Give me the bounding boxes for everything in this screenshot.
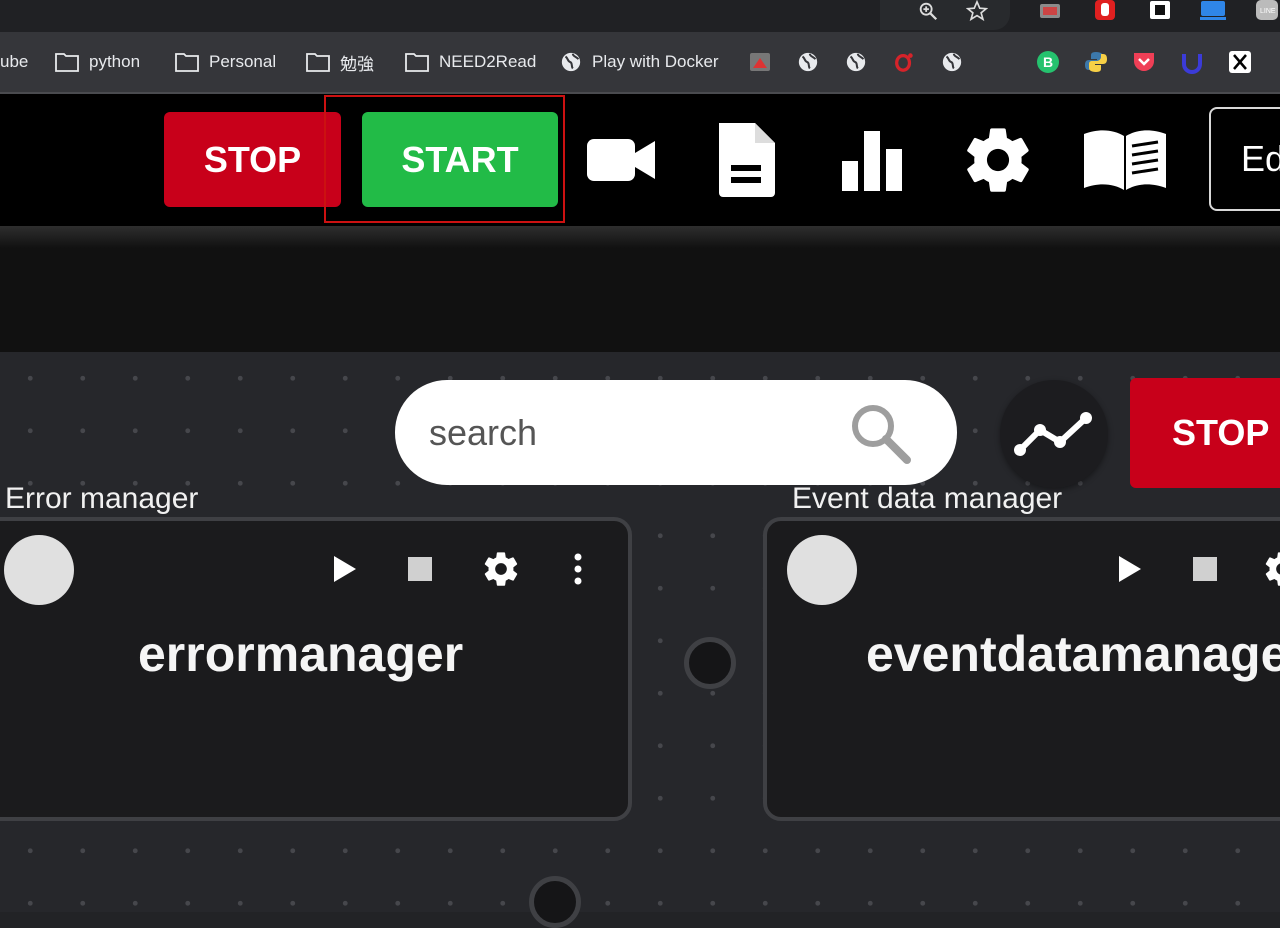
connection-port[interactable]: [684, 637, 736, 689]
node-status-avatar: [4, 535, 74, 605]
bookmark-folder-study[interactable]: 勉強: [306, 50, 374, 74]
svg-text:B: B: [1043, 54, 1053, 70]
globe-icon[interactable]: [940, 50, 964, 74]
edit-button[interactable]: Ed: [1209, 107, 1280, 211]
node-title: Event data manager: [792, 482, 1063, 515]
browser-titlebar: LINE: [0, 0, 1280, 32]
app-toolbar: STOP START Ed: [0, 94, 1280, 226]
start-button-highlight: [324, 95, 565, 223]
bookmark-label: python: [89, 52, 141, 71]
star-icon[interactable]: [964, 0, 990, 22]
bookmark-label: ube: [0, 52, 29, 71]
gear-icon[interactable]: [480, 551, 522, 587]
bar-chart-icon[interactable]: [834, 122, 910, 198]
square-extension-icon[interactable]: [1148, 0, 1172, 22]
play-icon[interactable]: [1111, 551, 1147, 587]
globe-icon[interactable]: [844, 50, 868, 74]
bookmark-item[interactable]: ube: [0, 50, 28, 74]
edit-button-label: Ed: [1241, 138, 1280, 179]
node-status-avatar: [787, 535, 857, 605]
bookmark-label: Play with Docker: [592, 52, 719, 71]
bookmark-folder-personal[interactable]: Personal: [175, 50, 276, 74]
trend-line-icon: [1014, 412, 1092, 456]
folder-icon: [405, 53, 429, 72]
connection-port[interactable]: [529, 876, 581, 928]
node-eventdatamanager[interactable]: eventdatamanager: [763, 517, 1280, 821]
x-icon[interactable]: [1228, 50, 1252, 74]
stop-icon[interactable]: [1187, 551, 1223, 587]
canvas-stop-button[interactable]: STOP: [1130, 378, 1280, 488]
trend-chart-button[interactable]: [1000, 380, 1108, 488]
empty-panel: [0, 248, 1280, 352]
opera-icon[interactable]: [892, 50, 916, 74]
globe-icon[interactable]: [796, 50, 820, 74]
folder-icon: [55, 53, 79, 72]
zoom-icon[interactable]: [915, 0, 941, 22]
bookmark-folder-python[interactable]: python: [55, 50, 140, 74]
video-camera-icon[interactable]: [583, 122, 659, 198]
address-bar[interactable]: [880, 0, 1010, 30]
stop-button[interactable]: STOP: [164, 112, 341, 207]
globe-icon: [561, 52, 581, 72]
bookmark-play-with-docker[interactable]: Play with Docker: [560, 50, 719, 74]
book-icon[interactable]: [1080, 122, 1170, 198]
toolbar-shadow: [0, 226, 1280, 248]
folder-icon: [306, 53, 330, 72]
more-vert-icon[interactable]: [560, 551, 596, 587]
monitor-extension-icon[interactable]: [1200, 0, 1226, 22]
play-icon[interactable]: [326, 551, 362, 587]
python-icon[interactable]: [1084, 50, 1108, 74]
extension-icon[interactable]: [1038, 0, 1062, 22]
folder-icon: [175, 53, 199, 72]
node-title: Error manager: [5, 482, 199, 515]
bookmark-label: NEED2Read: [439, 52, 537, 71]
bitcoin-icon[interactable]: B: [1036, 50, 1060, 74]
gear-icon[interactable]: [960, 122, 1036, 198]
stop-icon[interactable]: [402, 551, 438, 587]
bookmarks-bar: ube python Personal 勉強 NEED2Read Play wi…: [0, 32, 1280, 94]
pocket-icon[interactable]: [1132, 50, 1156, 74]
search-bar[interactable]: [395, 380, 957, 485]
search-input[interactable]: [427, 400, 831, 466]
line-extension-icon[interactable]: LINE: [1254, 0, 1280, 22]
udemy-icon[interactable]: [1180, 50, 1204, 74]
node-name: eventdatamanager: [866, 626, 1280, 682]
svg-text:LINE: LINE: [1260, 8, 1276, 15]
bookmark-folder-need2read[interactable]: NEED2Read: [405, 50, 536, 74]
search-icon[interactable]: [847, 400, 913, 466]
hand-stop-extension-icon[interactable]: [1092, 0, 1118, 22]
bookmark-label: Personal: [209, 52, 277, 71]
node-name: errormanager: [138, 626, 464, 682]
gear-icon[interactable]: [1261, 551, 1280, 587]
node-errormanager[interactable]: errormanager: [0, 517, 632, 821]
bookmark-label: 勉強: [340, 54, 374, 74]
document-icon[interactable]: [708, 122, 784, 198]
bookmark-favicon[interactable]: [748, 50, 772, 74]
